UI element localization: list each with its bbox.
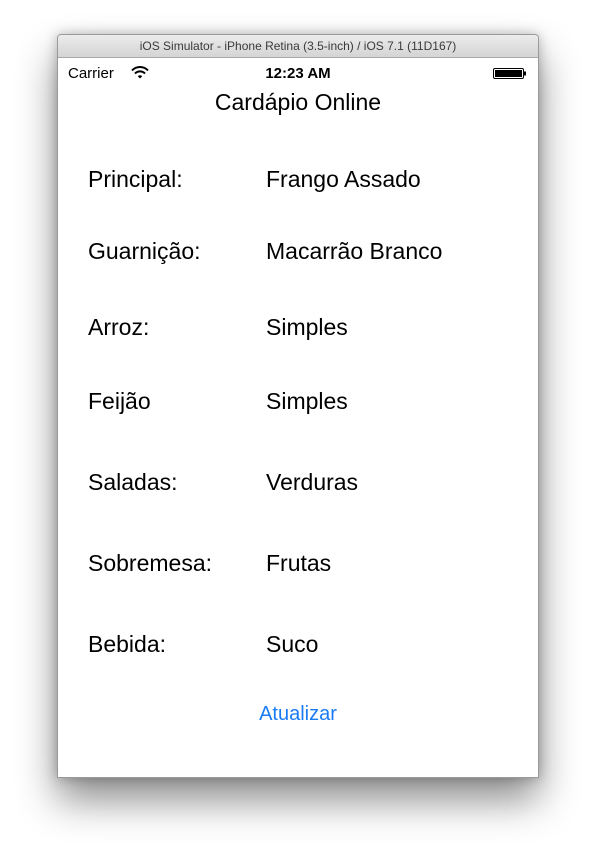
menu-value: Verduras: [266, 469, 359, 495]
menu-value: Simples: [266, 314, 348, 340]
simulator-window: iOS Simulator - iPhone Retina (3.5-inch)…: [57, 34, 539, 778]
menu-value: Frango Assado: [266, 166, 421, 192]
status-bar: Carrier 12:23 AM: [58, 58, 538, 88]
menu-row-arroz: Arroz: Simples: [58, 314, 538, 348]
menu-label: Sobremesa:: [88, 550, 213, 576]
phone-screen: Carrier 12:23 AM Cardápio Online Princip…: [58, 58, 538, 777]
menu-row-principal: Principal: Frango Assado: [58, 166, 538, 200]
menu-value: Macarrão Branco: [266, 238, 443, 264]
window-title: iOS Simulator - iPhone Retina (3.5-inch)…: [139, 39, 457, 53]
menu-label: Bebida:: [88, 631, 167, 657]
menu-row-bebida: Bebida: Suco: [58, 631, 538, 665]
menu-row-sobremesa: Sobremesa: Frutas: [58, 550, 538, 584]
menu-row-saladas: Saladas: Verduras: [58, 469, 538, 503]
menu-row-guarnicao: Guarnição: Macarrão Branco: [58, 238, 538, 272]
menu-label: Principal:: [88, 166, 183, 192]
window-titlebar[interactable]: iOS Simulator - iPhone Retina (3.5-inch)…: [58, 35, 538, 58]
battery-icon: [493, 68, 526, 79]
menu-label: Guarnição:: [88, 238, 201, 264]
menu-value: Simples: [266, 388, 348, 414]
menu-label: Saladas:: [88, 469, 178, 495]
update-button[interactable]: Atualizar: [58, 703, 538, 726]
menu-value: Frutas: [266, 550, 332, 576]
menu-value: Suco: [266, 631, 319, 657]
status-time: 12:23 AM: [265, 65, 331, 82]
menu-label: Arroz:: [88, 314, 150, 340]
page-title: Cardápio Online: [214, 89, 382, 115]
menu-label: Feijão: [88, 388, 151, 414]
menu-row-feijao: Feijão Simples: [58, 388, 538, 422]
